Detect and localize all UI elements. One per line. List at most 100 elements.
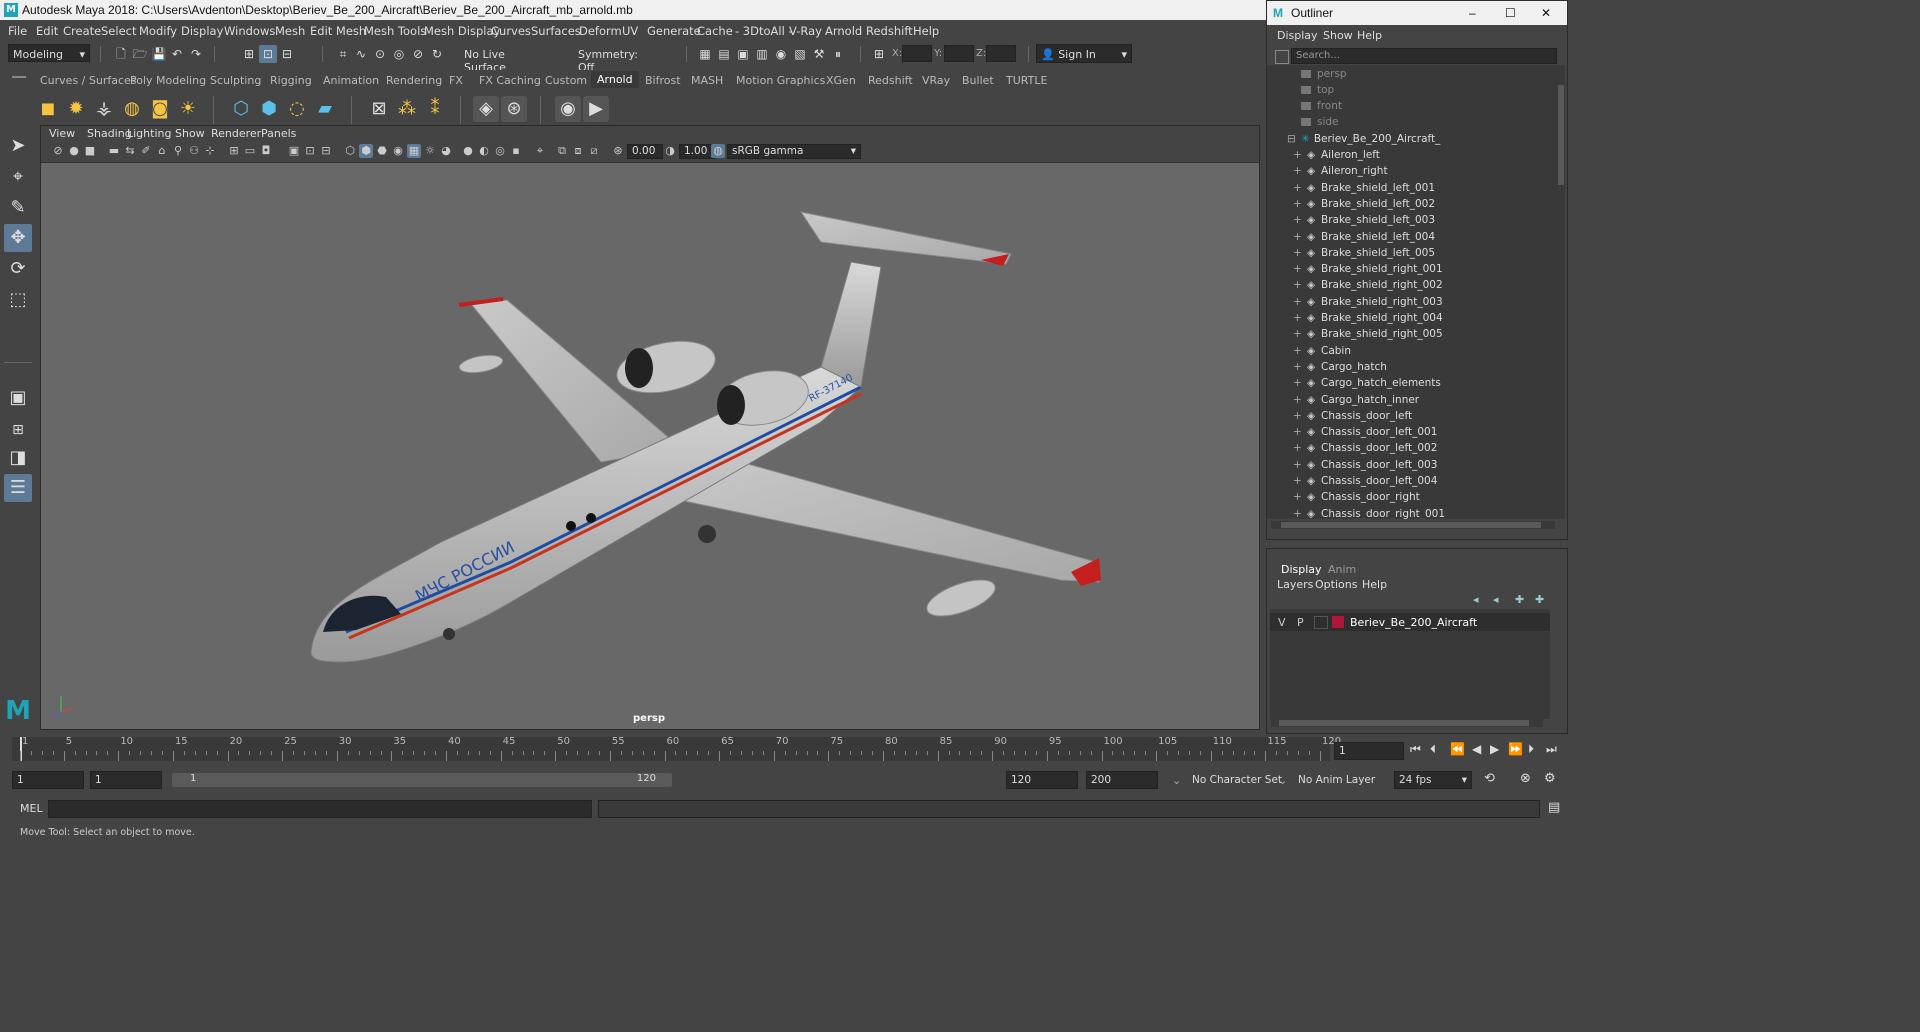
layer-color-swatch[interactable] <box>1332 616 1344 628</box>
script-editor-icon[interactable]: ▤ <box>1548 800 1560 815</box>
camera-attr-icon[interactable]: ● <box>67 144 81 158</box>
vp-menu-renderer[interactable]: Renderer <box>211 127 261 140</box>
play-backward-icon[interactable]: ◀ <box>1472 742 1481 756</box>
paint-select-icon[interactable]: ✎ <box>4 194 32 222</box>
expand-icon[interactable]: + <box>1293 198 1303 210</box>
menu-display[interactable]: Display <box>181 24 223 38</box>
layer-menu-options[interactable]: Options <box>1315 578 1357 591</box>
tree-item-camera[interactable]: persp <box>1301 68 1347 84</box>
expand-icon[interactable]: + <box>1293 426 1303 438</box>
tree-item-mesh[interactable]: + ◈ Brake_shield_left_005 <box>1293 247 1435 263</box>
live-surface-field[interactable]: No Live Surface <box>460 45 544 74</box>
tree-item-mesh[interactable]: + ◈ Chassis_door_right <box>1293 491 1420 507</box>
bookmark-icon[interactable]: ■ <box>83 144 97 158</box>
expand-icon[interactable]: + <box>1293 328 1303 340</box>
2d-pan-icon[interactable]: ⇆ <box>123 144 137 158</box>
aircraft-model[interactable]: МЧС РОССИИ RF-37140 <box>41 162 1259 730</box>
menu-create[interactable]: Create <box>63 24 101 38</box>
use-all-lights-icon[interactable]: ▦ <box>407 144 421 158</box>
tab-anim[interactable]: Anim <box>1328 563 1356 576</box>
expand-icon[interactable]: + <box>1293 377 1303 389</box>
flush-cache-icon[interactable]: ⁂ <box>394 96 420 122</box>
render-view-icon[interactable]: ▧ <box>791 45 809 63</box>
expand-icon[interactable]: + <box>1293 165 1303 177</box>
render-view-icon[interactable]: ⊠ <box>366 96 392 122</box>
move-layer-up-icon[interactable]: ◂ <box>1473 593 1479 606</box>
wireframe-on-shaded-icon[interactable]: ⬣ <box>375 144 389 158</box>
expand-icon[interactable]: + <box>1293 149 1303 161</box>
layer-playback-toggle[interactable]: P <box>1297 616 1304 629</box>
preferences-icon[interactable]: ⚙ <box>1544 771 1556 786</box>
ambient-occlusion-icon[interactable]: ◕ <box>439 144 453 158</box>
isolate-select-icon[interactable]: ▪ <box>509 144 523 158</box>
tree-item-mesh[interactable]: + ◈ Cargo_hatch <box>1293 361 1387 377</box>
pause-icon[interactable]: ⏸ <box>829 45 847 63</box>
layer-menu-help[interactable]: Help <box>1362 578 1387 591</box>
y-field[interactable] <box>944 45 974 62</box>
close-icon[interactable]: ✕ <box>1541 6 1551 20</box>
new-layer-icon[interactable]: ✚ <box>1515 593 1524 606</box>
outliner-menu-help[interactable]: Help <box>1357 29 1382 42</box>
maximize-icon[interactable]: ☐ <box>1505 6 1516 20</box>
playback-end-field[interactable]: 120 <box>1006 771 1078 789</box>
anti-aliasing-icon[interactable]: ◐ <box>477 144 491 158</box>
layer-visibility-toggle[interactable]: V <box>1278 616 1286 629</box>
grid-icon[interactable]: ⊞ <box>227 144 241 158</box>
grease-pencil-icon[interactable]: ✐ <box>139 144 153 158</box>
shelf-tab[interactable]: TURTLE <box>1006 74 1047 87</box>
menu-deform[interactable]: Deform <box>579 24 622 38</box>
outliner-search-input[interactable]: Search... <box>1291 48 1557 64</box>
light-portal-icon[interactable]: ◙ <box>147 96 173 122</box>
menu-file[interactable]: File <box>8 24 27 38</box>
tree-item-mesh[interactable]: + ◈ Brake_shield_right_005 <box>1293 328 1443 344</box>
wireframe-icon[interactable]: ⊹ <box>203 144 217 158</box>
tab-display[interactable]: Display <box>1281 563 1322 576</box>
shelf-tab[interactable]: Sculpting <box>210 74 261 87</box>
tree-item-mesh[interactable]: + ◈ Brake_shield_right_002 <box>1293 279 1443 295</box>
character-set-dropdown[interactable]: No Character Set <box>1192 774 1282 786</box>
menu-windows[interactable]: Windows <box>224 24 275 38</box>
menu-arnold[interactable]: Arnold <box>825 24 862 38</box>
step-back-key-icon[interactable]: ⏴ <box>1430 742 1436 757</box>
render-sequence-icon[interactable]: ▤ <box>715 45 733 63</box>
expand-icon[interactable]: + <box>1293 214 1303 226</box>
aov-icon[interactable]: ⊛ <box>501 96 527 122</box>
shelf-tab[interactable]: Redshift <box>868 74 913 87</box>
symmetry-dropdown[interactable]: Symmetry: Off <box>574 45 658 74</box>
field-chart-icon[interactable]: ⊡ <box>303 144 317 158</box>
image-plane-icon[interactable]: ▬ <box>107 144 121 158</box>
tree-item-mesh[interactable]: + ◈ Chassis_door_left_002 <box>1293 442 1437 458</box>
gate-mask-icon[interactable]: ▣ <box>287 144 301 158</box>
menu-select[interactable]: Select <box>101 24 136 38</box>
menu-help[interactable]: Help <box>913 24 939 38</box>
menu-edit[interactable]: Edit <box>36 24 58 38</box>
isolate-icon[interactable]: ⚲ <box>171 144 185 158</box>
scrollbar-thumb[interactable] <box>1281 522 1541 528</box>
shelf-tab[interactable]: Rendering <box>386 74 442 87</box>
filter-icon[interactable] <box>1275 50 1289 64</box>
play-forward-icon[interactable]: ▶ <box>1490 742 1499 756</box>
depth-of-field-icon[interactable]: ◎ <box>493 144 507 158</box>
menu-cache[interactable]: Cache <box>697 24 733 38</box>
skydome-light-icon[interactable]: ◍ <box>119 96 145 122</box>
colorspace-dropdown[interactable]: sRGB gamma ▾ <box>727 144 861 159</box>
tree-item-mesh[interactable]: + ◈ Brake_shield_right_001 <box>1293 263 1443 279</box>
viewport-persp[interactable]: View Shading Lighting Show Renderer Pane… <box>40 125 1260 730</box>
scale-tool-icon[interactable]: ⬚ <box>4 286 32 314</box>
open-scene-icon[interactable]: 🗁 <box>131 45 149 63</box>
shelf-tab[interactable]: FX <box>449 74 463 87</box>
shelf-tab[interactable]: Bifrost <box>645 74 681 87</box>
step-back-frame-icon[interactable]: ⏪ <box>1450 742 1465 756</box>
persp-outliner-layout-icon[interactable]: ◨ <box>4 444 32 472</box>
rotate-tool-icon[interactable]: ⟳ <box>4 255 32 283</box>
snap-point-icon[interactable]: ⊙ <box>371 45 389 63</box>
shelf-tab[interactable]: Curves / Surfaces <box>40 74 137 87</box>
render-settings-icon[interactable]: ▥ <box>753 45 771 63</box>
shelf-tab[interactable]: Animation <box>323 74 379 87</box>
tree-item-mesh[interactable]: + ◈ Brake_shield_left_003 <box>1293 214 1435 230</box>
hud-icon[interactable]: ⌂ <box>155 144 169 158</box>
shelf-tab[interactable]: MASH <box>691 74 723 87</box>
xray-icon[interactable]: ⚇ <box>187 144 201 158</box>
shelf-tab[interactable]: Rigging <box>270 74 312 87</box>
tree-item-mesh[interactable]: + ◈ Chassis_door_left <box>1293 410 1412 426</box>
